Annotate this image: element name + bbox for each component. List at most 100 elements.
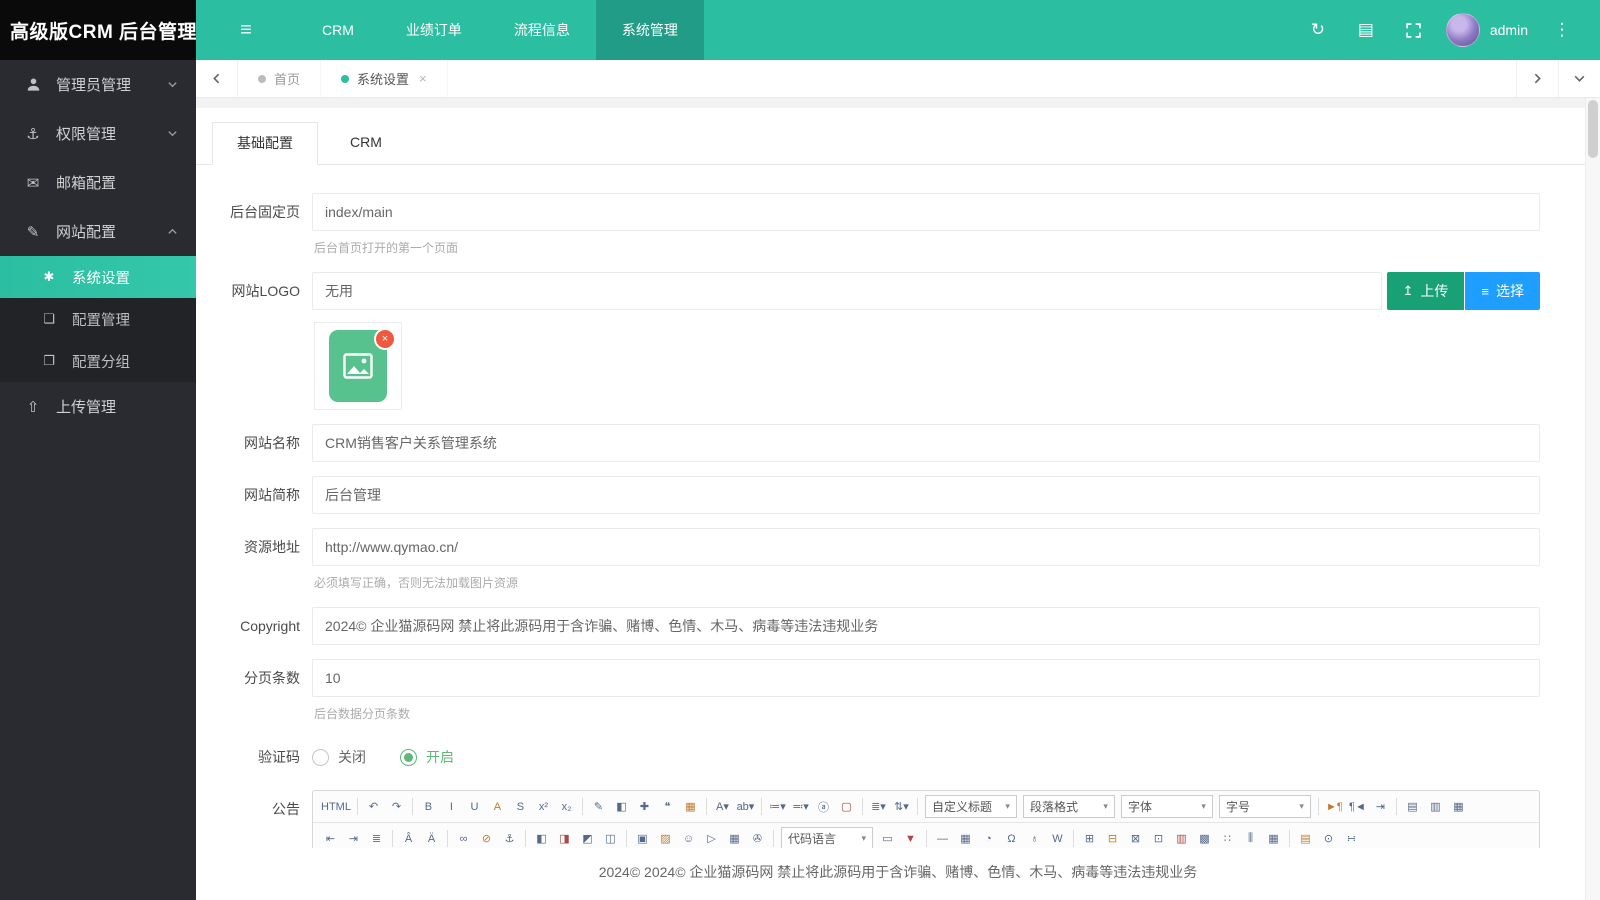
editor-tool-icon[interactable]: ☺ <box>678 828 699 849</box>
editor-tool-icon[interactable]: ∷ <box>1217 828 1238 849</box>
editor-tool-icon[interactable]: Ä <box>421 828 442 849</box>
editor-tool-icon[interactable]: I <box>441 796 462 818</box>
editor-tool-icon[interactable]: ◫ <box>600 828 621 849</box>
editor-dropdown[interactable]: 字体▾ <box>1121 795 1213 818</box>
more-vert-icon[interactable]: ⋮ <box>1538 0 1586 60</box>
editor-tool-icon[interactable]: ▤ <box>1402 796 1423 818</box>
editor-tool-icon[interactable]: Â <box>398 828 419 849</box>
editor-tool-icon[interactable]: ⊟ <box>1102 828 1123 849</box>
editor-tool-icon[interactable]: A <box>487 796 508 818</box>
editor-tool-icon[interactable]: ⚓ <box>499 828 520 849</box>
clear-cache-icon[interactable]: ▤ <box>1342 0 1390 60</box>
tabs-scroll-left-icon[interactable] <box>196 60 238 97</box>
tab-basic-config[interactable]: 基础配置 <box>212 122 318 165</box>
sidebar-item-site-config[interactable]: ✎ 网站配置 <box>0 207 196 256</box>
upload-button[interactable]: ↥ 上传 <box>1387 272 1465 310</box>
editor-tool-icon[interactable]: ◨ <box>554 828 575 849</box>
editor-tool-icon[interactable]: ⊠ <box>1125 828 1146 849</box>
tab-system-settings[interactable]: 系统设置 × <box>321 60 448 97</box>
editor-tool-icon[interactable]: ❝ <box>657 796 678 818</box>
editor-tool-icon[interactable]: ≔▾ <box>767 796 788 818</box>
editor-tool-icon[interactable]: ≣▾ <box>868 796 889 818</box>
editor-tool-icon[interactable]: ✚ <box>634 796 655 818</box>
editor-tool-icon[interactable]: x₂ <box>556 796 577 818</box>
editor-tool-icon[interactable]: ⫼ <box>1240 828 1261 849</box>
editor-tool-icon[interactable]: ▢ <box>836 796 857 818</box>
editor-tool-icon[interactable]: A▾ <box>712 796 733 818</box>
nav-item-crm[interactable]: CRM <box>296 0 380 60</box>
editor-tool-icon[interactable]: ▦ <box>955 828 976 849</box>
editor-tool-icon[interactable]: ⇥ <box>1370 796 1391 818</box>
tabs-menu-icon[interactable] <box>1558 60 1600 97</box>
page-size-input[interactable] <box>312 659 1540 697</box>
scrollbar[interactable] <box>1585 98 1600 900</box>
editor-dropdown[interactable]: 自定义标题▾ <box>925 795 1017 818</box>
fixed-page-input[interactable] <box>312 193 1540 231</box>
editor-tool-icon[interactable]: ⇥ <box>343 828 364 849</box>
editor-tool-icon[interactable]: ⇅▾ <box>891 796 912 818</box>
logo-thumbnail[interactable]: × <box>314 322 402 410</box>
editor-tool-icon[interactable]: ▩ <box>1194 828 1215 849</box>
nav-item-process[interactable]: 流程信息 <box>488 0 596 60</box>
editor-tool-icon[interactable]: ◧ <box>531 828 552 849</box>
editor-tool-icon[interactable]: W <box>1047 828 1068 849</box>
scrollbar-thumb[interactable] <box>1588 100 1598 158</box>
editor-tool-icon[interactable]: ▦ <box>1448 796 1469 818</box>
editor-tool-icon[interactable]: ♁ <box>1024 828 1045 849</box>
editor-tool-icon[interactable]: ▥ <box>1425 796 1446 818</box>
editor-tool-icon[interactable]: ▥ <box>1171 828 1192 849</box>
editor-tool-icon[interactable]: ▤ <box>1295 828 1316 849</box>
avatar[interactable] <box>1446 13 1480 47</box>
editor-dropdown[interactable]: 字号▾ <box>1219 795 1311 818</box>
editor-tool-icon[interactable]: ▦ <box>680 796 701 818</box>
editor-tool-icon[interactable]: ▼ <box>900 828 921 849</box>
sidebar-item-system-settings[interactable]: ✱ 系统设置 <box>0 256 196 298</box>
editor-tool-icon[interactable]: ▦ <box>1263 828 1284 849</box>
editor-tool-icon[interactable]: ✇ <box>747 828 768 849</box>
editor-tool-icon[interactable]: ∞ <box>453 828 474 849</box>
editor-tool-icon[interactable]: ≕▾ <box>790 796 811 818</box>
logo-input[interactable] <box>312 272 1382 310</box>
editor-dropdown[interactable]: 段落格式▾ <box>1023 795 1115 818</box>
fullscreen-icon[interactable] <box>1390 0 1438 60</box>
captcha-off-radio[interactable]: 关闭 <box>312 747 366 767</box>
editor-tool-icon[interactable]: ∺ <box>1341 828 1362 849</box>
editor-tool-icon[interactable]: x² <box>533 796 554 818</box>
sidebar-item-mail-config[interactable]: ✉ 邮箱配置 <box>0 158 196 207</box>
remove-image-icon[interactable]: × <box>374 328 396 350</box>
editor-tool-icon[interactable]: S <box>510 796 531 818</box>
editor-tool-icon[interactable]: ⊘ <box>476 828 497 849</box>
refresh-icon[interactable]: ↻ <box>1294 0 1342 60</box>
editor-tool-icon[interactable]: ↷ <box>386 796 407 818</box>
editor-tool-icon[interactable]: ≣ <box>366 828 387 849</box>
sidebar-item-config-group[interactable]: ❐ 配置分组 <box>0 340 196 382</box>
close-icon[interactable]: × <box>419 71 427 86</box>
choose-button[interactable]: ≡ 选择 <box>1465 272 1540 310</box>
username[interactable]: admin <box>1490 22 1528 38</box>
editor-tool-icon[interactable]: ¶◄ <box>1347 796 1368 818</box>
editor-tool-icon[interactable]: — <box>932 828 953 849</box>
editor-tool-icon[interactable]: ▷ <box>701 828 722 849</box>
editor-tool-icon[interactable]: U <box>464 796 485 818</box>
editor-tool-icon[interactable]: ▦ <box>724 828 745 849</box>
editor-tool-icon[interactable]: ⓐ <box>813 796 834 818</box>
copyright-input[interactable] <box>312 607 1540 645</box>
editor-tool-icon[interactable]: ◔ <box>978 828 999 849</box>
editor-tool-icon[interactable]: ▣ <box>632 828 653 849</box>
editor-tool-icon[interactable]: ◧ <box>611 796 632 818</box>
site-name-input[interactable] <box>312 424 1540 462</box>
sidebar-item-admin-manage[interactable]: 管理员管理 <box>0 60 196 109</box>
editor-tool-icon[interactable]: ►¶ <box>1324 796 1345 818</box>
editor-tool-icon[interactable]: ▨ <box>655 828 676 849</box>
editor-tool-icon[interactable]: ⊙ <box>1318 828 1339 849</box>
sidebar-item-upload-manage[interactable]: ⇧ 上传管理 <box>0 382 196 431</box>
nav-item-orders[interactable]: 业绩订单 <box>380 0 488 60</box>
resource-url-input[interactable] <box>312 528 1540 566</box>
editor-tool-icon[interactable]: ↶ <box>363 796 384 818</box>
menu-toggle-icon[interactable]: ≡ <box>196 0 296 60</box>
editor-tool-icon[interactable]: ab▾ <box>735 796 756 818</box>
site-short-input[interactable] <box>312 476 1540 514</box>
editor-tool-icon[interactable]: ⊡ <box>1148 828 1169 849</box>
editor-tool-icon[interactable]: Ω <box>1001 828 1022 849</box>
sidebar-item-config-manage[interactable]: ❏ 配置管理 <box>0 298 196 340</box>
